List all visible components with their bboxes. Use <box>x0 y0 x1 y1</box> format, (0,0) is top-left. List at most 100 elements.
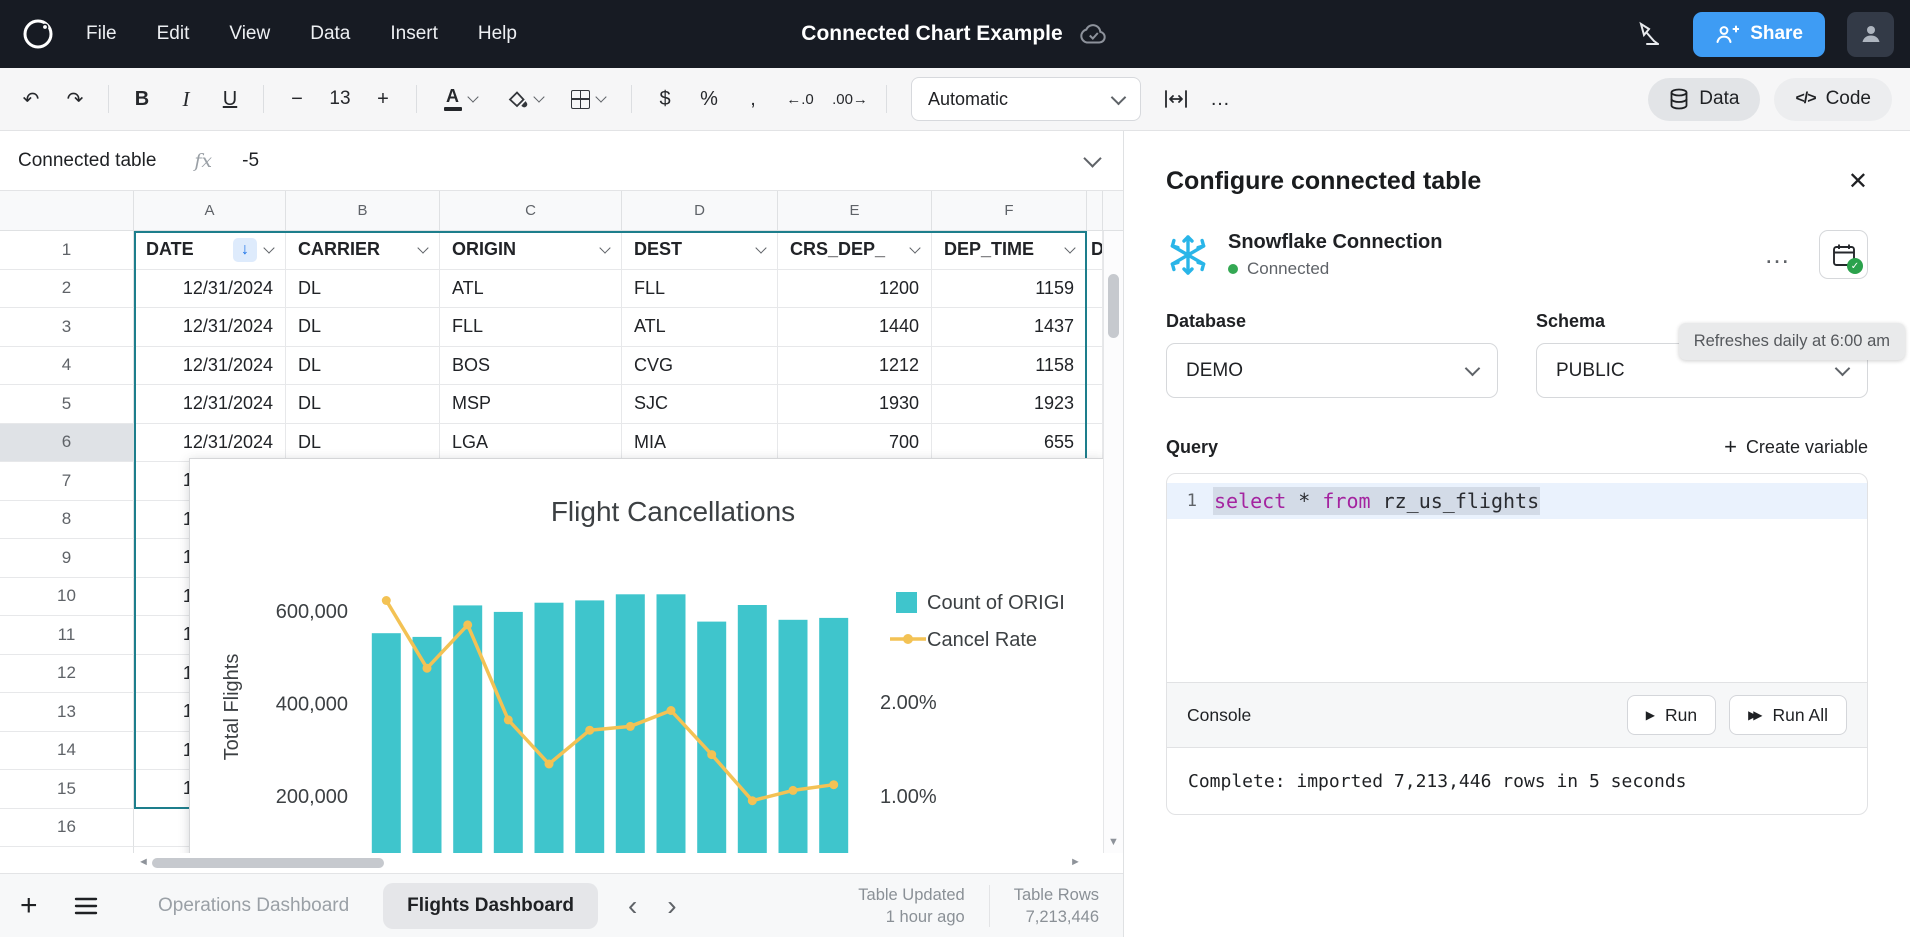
cell[interactable]: 1158 <box>932 346 1087 385</box>
sort-descending-icon[interactable]: ↓ <box>233 237 257 262</box>
cell[interactable]: 12/31/2024 <box>134 308 286 347</box>
comma-format-button[interactable]: , <box>732 78 774 120</box>
decrease-decimal-button[interactable]: ←.0 <box>776 78 824 120</box>
cell[interactable]: 1440 <box>778 308 932 347</box>
increase-font-button[interactable]: + <box>362 78 404 120</box>
row-number[interactable]: 15 <box>0 770 134 809</box>
row-number[interactable]: 4 <box>0 346 134 385</box>
cell[interactable]: DL <box>286 308 440 347</box>
share-button[interactable]: Share <box>1693 11 1825 57</box>
cell[interactable]: 1200 <box>778 269 932 308</box>
horizontal-scrollbar-thumb[interactable] <box>152 858 384 868</box>
percent-format-button[interactable]: % <box>688 78 730 120</box>
vertical-scrollbar-thumb[interactable] <box>1108 274 1119 338</box>
vertical-scrollbar[interactable]: ▼ <box>1103 231 1123 853</box>
cell[interactable]: 12/31/2024 <box>134 269 286 308</box>
close-icon[interactable]: ✕ <box>1848 167 1868 196</box>
cell[interactable]: DL <box>286 269 440 308</box>
row-number[interactable]: 14 <box>0 731 134 770</box>
cell[interactable] <box>1087 385 1103 424</box>
code-panel-button[interactable]: </> Code <box>1774 77 1892 121</box>
decrease-font-button[interactable]: − <box>276 78 318 120</box>
cell[interactable]: 12/31/2024 <box>134 385 286 424</box>
add-sheet-button[interactable]: + <box>20 889 56 923</box>
cell[interactable]: 1930 <box>778 385 932 424</box>
autofit-icon[interactable] <box>1155 78 1197 120</box>
cell[interactable]: MSP <box>440 385 622 424</box>
next-sheet-icon[interactable]: › <box>667 892 676 920</box>
undo-button[interactable]: ↶ <box>10 78 52 120</box>
tab-operations-dashboard[interactable]: Operations Dashboard <box>134 883 373 929</box>
run-all-button[interactable]: ▶▶ Run All <box>1729 695 1847 735</box>
cell[interactable]: FLL <box>440 308 622 347</box>
column-header-e[interactable]: E <box>778 191 932 231</box>
column-header-partial[interactable] <box>1087 191 1103 231</box>
cell[interactable]: DL <box>286 385 440 424</box>
cell[interactable]: DL <box>286 346 440 385</box>
connection-more-button[interactable]: … <box>1764 239 1791 270</box>
database-select[interactable]: DEMO <box>1166 343 1498 398</box>
cell[interactable]: 700 <box>778 423 932 462</box>
filter-chevron-icon[interactable] <box>599 242 611 254</box>
cell[interactable]: FLL <box>622 269 778 308</box>
header-cell-origin[interactable]: ORIGIN <box>440 231 622 270</box>
refresh-schedule-button[interactable]: ✓ <box>1819 230 1868 279</box>
row-number[interactable]: 11 <box>0 616 134 655</box>
cell[interactable]: 655 <box>932 423 1087 462</box>
row-number[interactable]: 13 <box>0 693 134 732</box>
filter-chevron-icon[interactable] <box>1064 242 1076 254</box>
cell[interactable]: LGA <box>440 423 622 462</box>
code-area[interactable]: 1 select * from rz_us_flights <box>1167 474 1867 682</box>
header-cell-crs_dep_[interactable]: CRS_DEP_ <box>778 231 932 270</box>
sheet-list-icon[interactable] <box>74 897 98 915</box>
filter-chevron-icon[interactable] <box>263 242 275 254</box>
cell[interactable]: ATL <box>440 269 622 308</box>
column-header-c[interactable]: C <box>440 191 622 231</box>
lamp-icon[interactable] <box>1627 12 1671 56</box>
cell[interactable]: BOS <box>440 346 622 385</box>
filter-chevron-icon[interactable] <box>909 242 921 254</box>
cell[interactable]: 1437 <box>932 308 1087 347</box>
run-button[interactable]: ▶ Run <box>1626 695 1717 735</box>
more-options-button[interactable]: … <box>1199 78 1241 120</box>
menu-view[interactable]: View <box>229 23 270 45</box>
column-header-b[interactable]: B <box>286 191 440 231</box>
cell[interactable]: ATL <box>622 308 778 347</box>
borders-button[interactable] <box>557 78 619 120</box>
formula-expand-chevron-icon[interactable] <box>1083 149 1102 168</box>
formula-input[interactable]: -5 <box>242 150 259 172</box>
underline-button[interactable]: U <box>209 78 251 120</box>
row-number[interactable]: 9 <box>0 539 134 578</box>
row-number[interactable]: 2 <box>0 269 134 308</box>
scroll-left-icon[interactable]: ◄ <box>138 857 149 868</box>
column-header-d[interactable]: D <box>622 191 778 231</box>
number-format-select[interactable]: Automatic <box>911 77 1141 121</box>
cell[interactable]: CVG <box>622 346 778 385</box>
cell[interactable]: SJC <box>622 385 778 424</box>
row-number[interactable]: 8 <box>0 500 134 539</box>
rows-logo[interactable] <box>20 16 56 52</box>
header-cell-dest[interactable]: DEST <box>622 231 778 270</box>
horizontal-scrollbar[interactable]: ◄ ► <box>0 853 1123 873</box>
cell[interactable]: 1159 <box>932 269 1087 308</box>
avatar-button[interactable] <box>1847 11 1894 57</box>
cell[interactable]: 1212 <box>778 346 932 385</box>
cell[interactable]: MIA <box>622 423 778 462</box>
menu-file[interactable]: File <box>86 23 117 45</box>
currency-format-button[interactable]: $ <box>644 78 686 120</box>
cell[interactable] <box>1087 346 1103 385</box>
italic-button[interactable]: I <box>165 78 207 120</box>
font-size-value[interactable]: 13 <box>320 78 360 120</box>
filter-chevron-icon[interactable] <box>417 242 429 254</box>
chart-card[interactable]: Flight Cancellations Total Flights 600,000… <box>189 458 1104 853</box>
column-header-f[interactable]: F <box>932 191 1087 231</box>
tab-flights-dashboard[interactable]: Flights Dashboard <box>383 883 598 929</box>
name-box[interactable]: Connected table <box>18 150 156 172</box>
bold-button[interactable]: B <box>121 78 163 120</box>
menu-insert[interactable]: Insert <box>390 23 438 45</box>
cell[interactable]: 1923 <box>932 385 1087 424</box>
scroll-right-icon[interactable]: ► <box>1070 857 1081 868</box>
row-number[interactable]: 3 <box>0 308 134 347</box>
redo-button[interactable]: ↷ <box>54 78 96 120</box>
row-number[interactable]: 10 <box>0 577 134 616</box>
